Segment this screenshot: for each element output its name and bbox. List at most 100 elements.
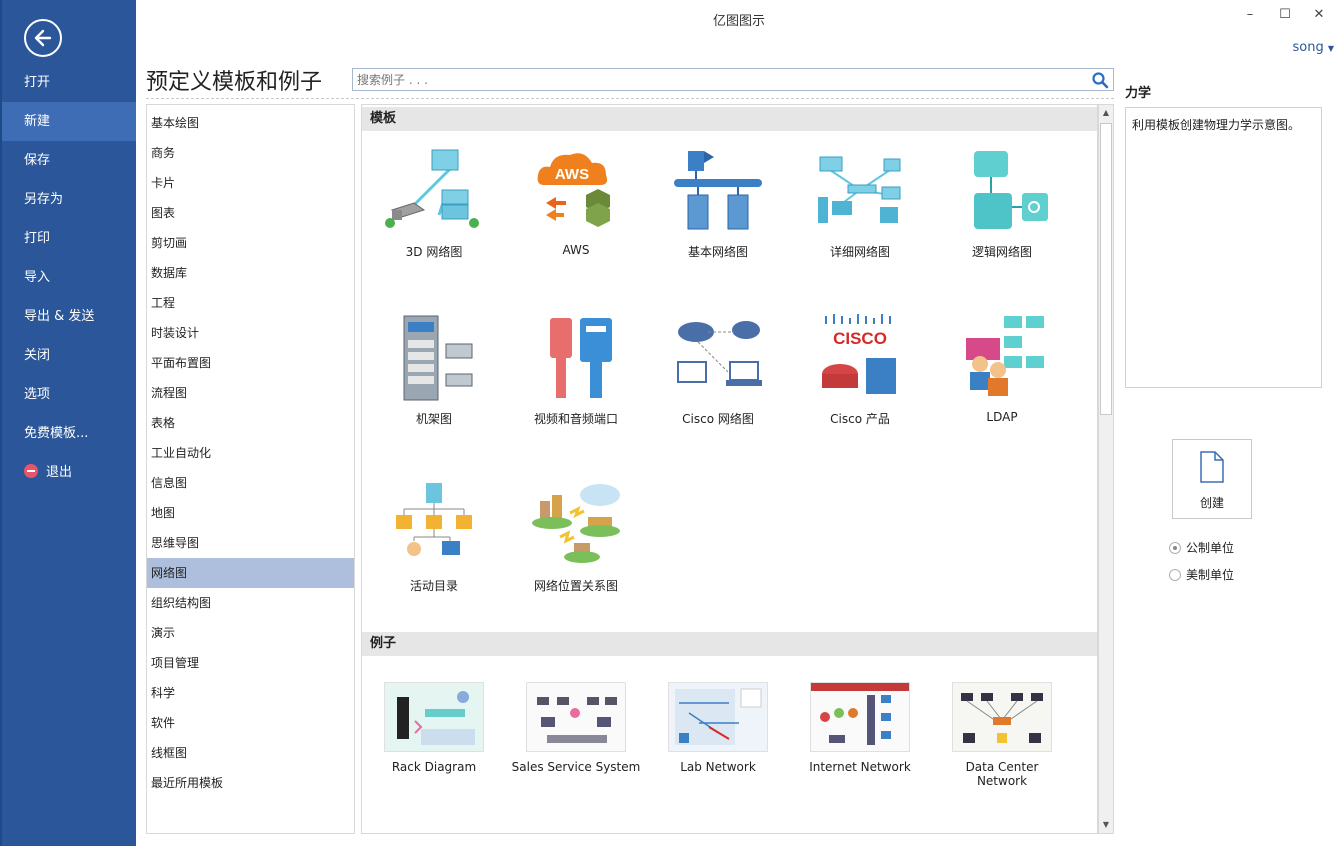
template-panel: 模板 3D 网络图 AWS AWS 基本网络图 详细网络图 逻辑网络图 机架图 … (361, 104, 1098, 834)
example-label: Internet Network (809, 760, 911, 774)
detail-description: 利用模板创建物理力学示意图。 (1125, 107, 1322, 388)
detailed-network-icon (818, 156, 901, 223)
templates-section-header: 模板 (362, 107, 1097, 131)
category-item-network[interactable]: 网络图 (147, 558, 354, 588)
category-item[interactable]: 最近所用模板 (147, 768, 354, 798)
page-title: 预定义模板和例子 (146, 70, 323, 95)
example-sales-service[interactable]: Sales Service System (511, 682, 641, 774)
example-rack-diagram[interactable]: Rack Diagram (369, 682, 499, 774)
template-label: 3D 网络图 (405, 245, 463, 259)
nav-free-templates[interactable]: 免费模板... (2, 414, 136, 453)
nav-open[interactable]: 打开 (2, 63, 136, 102)
category-list: 基本绘图 商务 卡片 图表 剪切画 数据库 工程 时装设计 平面布置图 流程图 … (146, 104, 355, 834)
example-lab-network[interactable]: Lab Network (653, 682, 783, 774)
example-internet-network[interactable]: Internet Network (795, 682, 925, 774)
template-basic-network[interactable]: 基本网络图 (653, 145, 783, 260)
active-directory-icon (396, 483, 472, 556)
template-label: Cisco 网络图 (682, 412, 754, 426)
category-item[interactable]: 数据库 (147, 258, 354, 288)
scroll-up-arrow[interactable]: ▲ (1100, 106, 1112, 120)
example-label: Sales Service System (511, 760, 641, 774)
cisco-logo-text: CISCO (833, 329, 887, 348)
category-item[interactable]: 线框图 (147, 738, 354, 768)
example-thumbnail (668, 682, 768, 752)
category-item[interactable]: 演示 (147, 618, 354, 648)
template-detailed-network[interactable]: 详细网络图 (795, 145, 925, 260)
nav-save[interactable]: 保存 (2, 141, 136, 180)
vertical-scrollbar[interactable]: ▲ ▼ (1098, 104, 1114, 834)
category-item[interactable]: 信息图 (147, 468, 354, 498)
back-button[interactable] (24, 19, 62, 57)
search-icon[interactable] (1091, 71, 1109, 89)
example-thumbnail (384, 682, 484, 752)
category-item[interactable]: 流程图 (147, 378, 354, 408)
category-item[interactable]: 剪切画 (147, 228, 354, 258)
cisco-products-icon: CISCO (822, 314, 896, 394)
example-data-center-network[interactable]: Data Center Network (937, 682, 1067, 788)
template-logical-network[interactable]: 逻辑网络图 (937, 145, 1067, 260)
search-input[interactable] (353, 69, 1053, 90)
category-item[interactable]: 思维导图 (147, 528, 354, 558)
template-3d-network[interactable]: 3D 网络图 (369, 145, 499, 260)
aws-icon: AWS (537, 153, 610, 227)
chevron-down-icon: ▼ (1327, 44, 1334, 53)
nav-export-send[interactable]: 导出 & 发送 (2, 297, 136, 336)
create-label: 创建 (1199, 496, 1224, 510)
category-item[interactable]: 表格 (147, 408, 354, 438)
nav-exit[interactable]: 退出 (2, 453, 136, 492)
example-thumbnail (526, 682, 626, 752)
minimize-button[interactable]: – (1235, 4, 1265, 26)
nav-close[interactable]: 关闭 (2, 336, 136, 375)
template-av-ports[interactable]: 视频和音频端口 (511, 312, 641, 427)
example-thumbnail (810, 682, 910, 752)
category-item[interactable]: 工程 (147, 288, 354, 318)
category-item[interactable]: 基本绘图 (147, 108, 354, 138)
template-ldap[interactable]: LDAP (937, 312, 1067, 424)
category-item[interactable]: 商务 (147, 138, 354, 168)
nav-import[interactable]: 导入 (2, 258, 136, 297)
unit-us-radio[interactable]: 美制单位 (1169, 566, 1234, 583)
example-label: Lab Network (680, 760, 756, 774)
category-item[interactable]: 科学 (147, 678, 354, 708)
nav-save-as[interactable]: 另存为 (2, 180, 136, 219)
close-button[interactable]: ✕ (1304, 4, 1334, 26)
category-item[interactable]: 工业自动化 (147, 438, 354, 468)
nav-new[interactable]: 新建 (2, 102, 136, 141)
nav-options[interactable]: 选项 (2, 375, 136, 414)
data-center-thumb (961, 693, 1043, 743)
category-item[interactable]: 软件 (147, 708, 354, 738)
category-item[interactable]: 卡片 (147, 168, 354, 198)
lab-network-thumb (675, 688, 762, 745)
category-item[interactable]: 平面布置图 (147, 348, 354, 378)
template-cisco-network[interactable]: Cisco 网络图 (653, 312, 783, 427)
divider (146, 98, 1114, 99)
search-box (352, 68, 1114, 91)
category-item[interactable]: 地图 (147, 498, 354, 528)
template-rack[interactable]: 机架图 (369, 312, 499, 427)
maximize-button[interactable]: ☐ (1270, 4, 1300, 26)
category-item[interactable]: 项目管理 (147, 648, 354, 678)
detail-title: 力学 (1125, 86, 1152, 101)
example-label: Rack Diagram (391, 760, 477, 774)
user-menu[interactable]: song ▼ (1292, 40, 1334, 55)
3d-network-icon (385, 149, 479, 228)
example-label: Data Center Network (965, 760, 1039, 788)
exit-icon (24, 464, 38, 478)
template-active-directory[interactable]: 活动目录 (369, 479, 499, 594)
template-cisco-products[interactable]: CISCO Cisco 产品 (795, 312, 925, 427)
category-item[interactable]: 图表 (147, 198, 354, 228)
create-button[interactable]: 创建 (1172, 439, 1252, 519)
aws-logo-text: AWS (555, 166, 589, 183)
scroll-thumb[interactable] (1100, 123, 1112, 415)
example-thumbnail (952, 682, 1052, 752)
unit-metric-radio[interactable]: 公制单位 (1169, 539, 1234, 556)
template-label: 基本网络图 (687, 245, 748, 259)
category-item[interactable]: 组织结构图 (147, 588, 354, 618)
scroll-down-arrow[interactable]: ▼ (1100, 818, 1112, 832)
nav-print[interactable]: 打印 (2, 219, 136, 258)
template-network-location[interactable]: 网络位置关系图 (511, 479, 641, 594)
category-item[interactable]: 时装设计 (147, 318, 354, 348)
arrow-left-icon (34, 29, 52, 47)
template-label: 视频和音频端口 (533, 412, 618, 426)
template-aws[interactable]: AWS AWS (511, 145, 641, 257)
